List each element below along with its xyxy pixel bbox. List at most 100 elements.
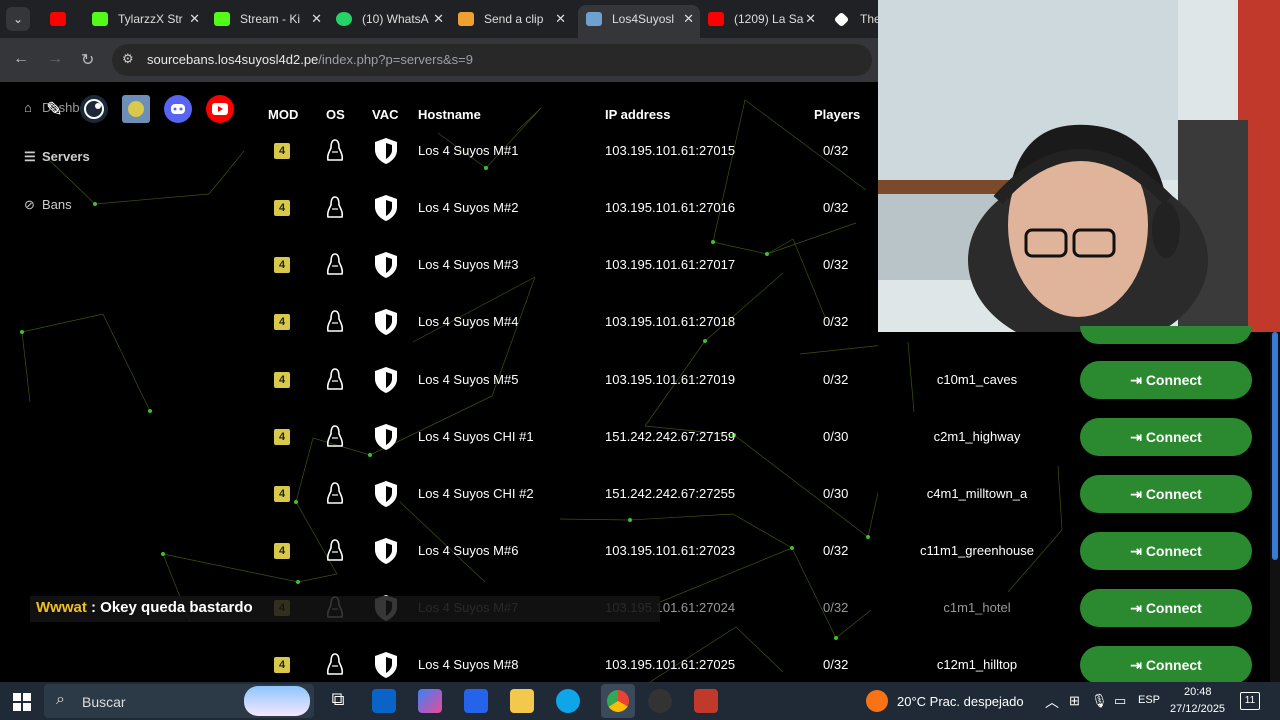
linux-icon <box>326 653 344 675</box>
tab-youtube-2[interactable]: (1209) La Sa ✕ <box>700 5 822 35</box>
col-header-ip: IP address <box>605 107 671 122</box>
tab-whatsapp[interactable]: (10) WhatsA ✕ <box>328 5 450 35</box>
mod-badge-icon: 4 <box>274 429 290 445</box>
close-icon[interactable]: ✕ <box>189 5 200 33</box>
taskbar: ⌕ Buscar ⧉ 20°C Prac. despejado ︿ ⊞ 🎙 ▭ … <box>0 682 1280 720</box>
site-settings-icon[interactable]: ⚙ <box>122 51 134 67</box>
search-placeholder: Buscar <box>82 694 126 710</box>
close-icon[interactable]: ✕ <box>683 5 694 33</box>
edge-icon[interactable] <box>556 689 580 713</box>
scrollbar-thumb[interactable] <box>1272 332 1278 560</box>
obs-icon[interactable] <box>648 689 672 713</box>
tab-kick-1[interactable]: TylarzzX Str ✕ <box>84 5 206 35</box>
chevron-up-icon[interactable]: ︿ <box>1045 692 1059 712</box>
table-row[interactable]: 4 Los 4 Suyos CHI #2 151.242.242.67:27255 0… <box>260 466 1280 523</box>
taskbar-search[interactable]: ⌕ Buscar <box>44 684 314 718</box>
map-cell: c12m1_hilltop <box>936 657 1018 672</box>
mod-badge-icon: 4 <box>274 200 290 216</box>
linux-icon <box>326 539 344 561</box>
kick-icon <box>214 12 230 26</box>
hostname-cell: Los 4 Suyos M#3 <box>418 257 519 272</box>
ip-cell: 103.195.101.61:27018 <box>605 314 736 329</box>
linux-icon <box>326 139 344 161</box>
tab-youtube-1[interactable] <box>38 5 84 35</box>
store-icon[interactable] <box>464 689 488 713</box>
connect-button[interactable]: ⇥ Connect <box>1080 475 1252 513</box>
connect-button[interactable]: ⇥ Connect <box>1080 418 1252 456</box>
connect-button[interactable]: ⇥ Connect <box>1080 646 1252 684</box>
home-icon: ⌂ <box>24 100 32 115</box>
reload-icon[interactable]: ↻ <box>81 50 94 70</box>
clock-date[interactable]: 27/12/2025 <box>1170 703 1225 715</box>
microphone-icon[interactable]: 🎙 <box>1091 693 1108 709</box>
sidebar-item-bans[interactable]: ⊘ Bans <box>24 197 72 213</box>
steam-glyph <box>84 99 104 119</box>
vac-shield-icon <box>375 538 397 564</box>
close-icon[interactable]: ✕ <box>311 5 322 33</box>
connect-button[interactable]: ⇥ Connect <box>1080 532 1252 570</box>
paintbrush-icon[interactable]: ✎ <box>46 96 74 124</box>
steam-icon[interactable] <box>80 95 108 123</box>
map-cell: c1m1_hotel <box>943 600 1011 615</box>
notification-icon[interactable]: 11 <box>1240 692 1260 710</box>
sidebar-item-servers[interactable]: ☰ Servers <box>24 149 90 165</box>
clock-time[interactable]: 20:48 <box>1184 686 1212 698</box>
tab-search-dropdown[interactable]: ⌄ <box>6 7 30 31</box>
youtube-icon[interactable] <box>206 95 234 123</box>
sidebar-label: Servers <box>42 149 90 164</box>
connect-button[interactable]: ⇥ Connect <box>1080 361 1252 399</box>
connect-button[interactable]: ⇥ Connect <box>1080 589 1252 627</box>
close-icon[interactable]: ✕ <box>805 5 816 33</box>
linux-icon <box>326 253 344 275</box>
network-icon[interactable]: ▭ <box>1114 693 1126 709</box>
tab-label: TylarzzX Str <box>118 12 183 26</box>
connect-label: Connect <box>1145 600 1202 616</box>
file-explorer-icon[interactable] <box>510 689 534 713</box>
taskbar-tray-icon[interactable]: ⊞ <box>1069 693 1080 709</box>
back-arrow-icon[interactable]: ← <box>13 50 29 68</box>
browser-toolbar: ← → ↻ ⚙ sourcebans.los4suyosl4d2.pe/inde… <box>0 38 878 82</box>
logo-glyph <box>128 101 144 117</box>
players-cell: 0/32 <box>823 200 849 215</box>
mod-badge-icon: 4 <box>274 657 290 673</box>
table-row[interactable]: 4 Los 4 Suyos M#5 103.195.101.61:27019 0/32… <box>260 352 1280 409</box>
connect-label: Connect <box>1145 429 1202 445</box>
search-highlight-image <box>244 686 310 716</box>
vac-shield-icon <box>375 367 397 393</box>
connect-button[interactable] <box>1080 326 1252 344</box>
login-icon: ⇥ <box>1130 372 1142 388</box>
players-cell: 0/32 <box>823 314 849 329</box>
page-scrollbar[interactable] <box>1270 332 1280 682</box>
ip-cell: 151.242.242.67:27159 <box>605 429 736 444</box>
tab-send-clip[interactable]: Send a clip ✕ <box>450 5 572 35</box>
map-cell: c2m1_highway <box>933 429 1021 444</box>
ip-cell: 103.195.101.61:27017 <box>605 257 736 272</box>
chrome-taskbar-button[interactable] <box>601 684 635 718</box>
weather-text[interactable]: 20°C Prac. despejado <box>897 694 1024 709</box>
task-view-icon[interactable]: ⧉ <box>326 689 350 713</box>
outlook-icon[interactable] <box>372 689 396 713</box>
windows-start-icon[interactable] <box>13 693 31 711</box>
tab-the[interactable]: The <box>826 5 878 35</box>
table-row[interactable]: 4 Los 4 Suyos M#6 103.195.101.61:27023 0/32… <box>260 523 1280 580</box>
linux-icon <box>326 196 344 218</box>
address-bar[interactable]: ⚙ sourcebans.los4suyosl4d2.pe/index.php?… <box>112 44 872 76</box>
url-path: /index.php?p=servers&s=9 <box>318 52 473 67</box>
col-header-hostname: Hostname <box>418 107 481 122</box>
tab-los4suyos[interactable]: Los4Suyosl ✕ <box>578 5 700 38</box>
copilot-icon[interactable] <box>418 689 442 713</box>
url-text: sourcebans.los4suyosl4d2.pe/index.php?p=… <box>147 52 473 67</box>
l4d2-icon[interactable] <box>694 689 718 713</box>
discord-icon[interactable] <box>164 95 192 123</box>
forward-arrow-icon[interactable]: → <box>47 50 63 68</box>
players-cell: 0/32 <box>823 543 849 558</box>
close-icon[interactable]: ✕ <box>433 5 444 33</box>
table-row[interactable]: 4 Los 4 Suyos CHI #1 151.242.242.67:27159 0… <box>260 409 1280 466</box>
logo-icon[interactable] <box>122 95 150 123</box>
login-icon: ⇥ <box>1130 600 1142 616</box>
close-icon[interactable]: ✕ <box>555 5 566 33</box>
tab-kick-2[interactable]: Stream - Ki ✕ <box>206 5 328 35</box>
tab-label: The <box>860 12 878 26</box>
language-indicator[interactable]: ESP <box>1138 694 1160 706</box>
mod-badge-icon: 4 <box>274 486 290 502</box>
